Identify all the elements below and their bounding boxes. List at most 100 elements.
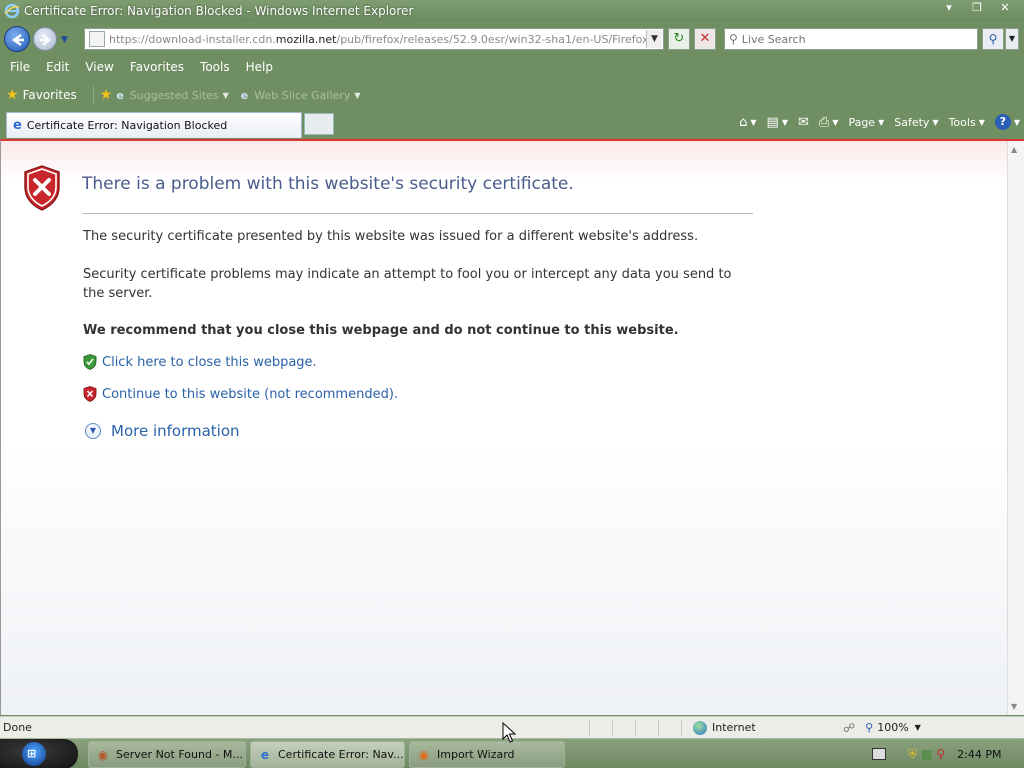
zone-label: Internet [712,721,756,734]
web-slice-gallery-button[interactable]: e Web Slice Gallery ▼ [241,89,361,102]
page-content: There is a problem with this website's s… [0,139,1024,715]
menu-help[interactable]: Help [240,60,279,74]
network-icon[interactable]: ▩ [921,747,932,761]
address-dropdown-icon[interactable]: ▼ [646,30,662,48]
forward-button[interactable] [33,27,57,51]
divider [635,719,636,736]
divider [658,719,659,736]
maximize-button[interactable]: ❐ [964,0,990,17]
divider [681,719,682,736]
zoom-level: 100% [877,721,909,734]
refresh-button[interactable]: ↻ [668,28,690,50]
more-information-label: More information [111,422,240,440]
search-box[interactable]: ⚲ [724,28,978,50]
favorites-button[interactable]: Favorites [23,88,77,102]
back-button[interactable] [4,26,30,52]
windows-flag-icon: ⊞ [27,747,37,760]
stop-button[interactable]: ✕ [694,28,716,50]
globe-icon [693,720,707,735]
menu-view[interactable]: View [79,60,119,74]
chevron-down-icon: ▼ [750,117,757,127]
tools-menu[interactable]: Tools ▼ [949,116,985,129]
security-zone[interactable]: Internet [693,720,843,735]
title-divider [83,213,753,214]
chevron-down-icon: ▼ [914,723,921,732]
vertical-scrollbar[interactable]: ▲ ▼ [1007,141,1024,715]
page-menu[interactable]: Page ▼ [848,116,884,129]
chevron-down-icon: ▼ [832,117,839,127]
scroll-up-icon[interactable]: ▲ [1011,145,1017,154]
url-text[interactable]: https://download-installer.cdn.mozilla.n… [109,33,649,46]
favorites-bar: ★ Favorites ★ e Suggested Sites ▼ e Web … [0,82,1024,108]
keyboard-icon[interactable] [872,748,886,760]
command-bar: ⌂ ▼ ▤ ▼ ✉ ⎙ ▼ Page ▼ Safety ▼ Tools ▼ ? ▼ [729,114,1020,130]
start-button[interactable]: ⊞ [0,739,78,768]
red-shield-icon [83,386,97,402]
navigation-bar: ▼ https://download-installer.cdn.mozilla… [0,22,1024,56]
add-to-favorites-bar-icon[interactable]: ★ [100,87,113,103]
tab-label: Certificate Error: Navigation Blocked [26,119,228,132]
read-mail-button[interactable]: ✉ [798,115,809,130]
suggested-sites-button[interactable]: e Suggested Sites ▼ [116,89,228,102]
minimize-button[interactable]: ▾ [936,0,962,17]
menu-file[interactable]: File [4,60,36,74]
recent-pages-dropdown[interactable]: ▼ [61,35,68,45]
menu-bar: File Edit View Favorites Tools Help [0,56,1024,78]
page-icon [89,31,105,47]
more-information-expander[interactable]: ▼ More information [85,422,240,440]
explanation-text: The security certificate presented by th… [83,229,699,244]
protected-mode-icon[interactable]: ☍ [843,721,855,735]
chevron-down-icon: ▼ [354,90,361,100]
forward-arrow-icon [40,34,51,46]
close-webpage-link[interactable]: Click here to close this webpage. [83,354,317,370]
ie-icon: e [260,747,270,762]
new-tab-button[interactable] [304,113,334,135]
scroll-down-icon[interactable]: ▼ [1011,702,1017,711]
firefox-icon: ◉ [418,747,430,762]
menu-edit[interactable]: Edit [40,60,75,74]
safety-menu-label: Safety [894,115,930,129]
status-text: Done [3,721,32,734]
favorites-star-icon[interactable]: ★ [6,87,19,103]
tab-certificate-error[interactable]: e Certificate Error: Navigation Blocked [6,112,302,138]
menu-favorites[interactable]: Favorites [124,60,190,74]
close-webpage-link-text: Click here to close this webpage. [102,354,317,370]
taskbar-item-label: Import Wizard [437,748,515,761]
chevron-down-icon: ▼ [932,117,939,127]
zoom-icon: ⚲ [865,721,874,734]
home-icon: ⌂ [739,114,748,130]
chevron-down-icon: ▼ [222,90,229,100]
search-options-dropdown[interactable]: ▼ [1005,28,1019,50]
taskbar-item-import-wizard[interactable]: ◉ Import Wizard [409,741,565,768]
search-icon: ⚲ [729,32,738,46]
chevron-down-icon: ▼ [781,117,788,127]
mail-icon: ✉ [797,114,809,130]
ie-icon [4,3,20,19]
close-button[interactable]: ✕ [992,0,1018,17]
divider [589,719,590,736]
help-menu[interactable]: ? ▼ [994,114,1020,130]
clock[interactable]: 2:44 PM [957,748,1001,761]
taskbar-item-server-not-found[interactable]: ◉ Server Not Found - M... [88,741,246,768]
ie-icon: e [13,118,22,133]
security-shield-icon[interactable]: ⛨ [908,747,917,762]
search-input[interactable] [741,32,962,46]
print-button[interactable]: ⎙ ▼ [819,115,839,130]
feeds-button[interactable]: ▤ ▼ [767,115,788,130]
web-slice-gallery-label: Web Slice Gallery [254,88,351,102]
address-bar[interactable]: https://download-installer.cdn.mozilla.n… [84,28,664,50]
home-button[interactable]: ⌂ ▼ [739,115,756,130]
zoom-control[interactable]: ⚲ 100% ▼ [865,721,921,734]
rss-icon: ▤ [766,114,779,130]
taskbar-item-certificate-error[interactable]: e Certificate Error: Nav... [250,741,405,768]
help-icon: ? [994,114,1011,130]
continue-to-website-link[interactable]: Continue to this website (not recommende… [83,386,398,402]
page-menu-label: Page [848,115,876,129]
chevron-down-icon: ▼ [878,117,885,127]
suggested-sites-label: Suggested Sites [129,88,219,102]
continue-link-text: Continue to this website (not recommende… [102,386,399,402]
magnifier-icon[interactable]: ⚲ [936,747,945,761]
search-go-button[interactable]: ⚲ [982,28,1004,50]
safety-menu[interactable]: Safety ▼ [894,116,938,129]
menu-tools[interactable]: Tools [194,60,236,74]
